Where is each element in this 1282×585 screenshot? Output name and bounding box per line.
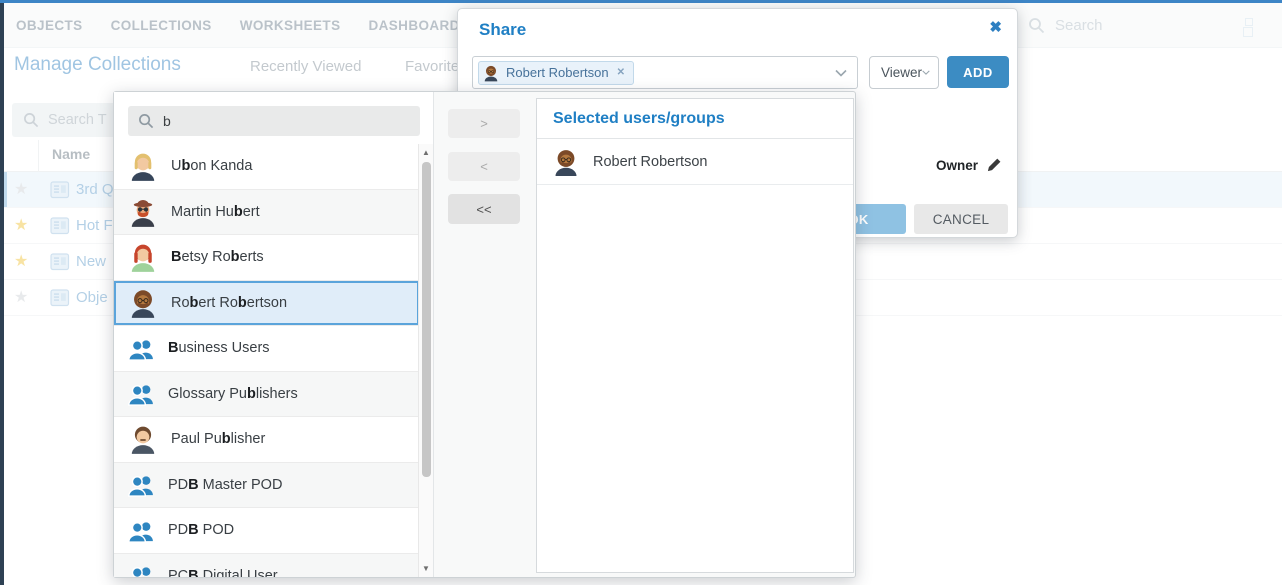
nav-item-dashboards[interactable]: DASHBOARDS (368, 18, 469, 33)
collection-icon (50, 289, 70, 307)
list-item[interactable]: Robert Robertson (114, 281, 419, 327)
user-name: Robert Robertson (593, 154, 707, 170)
available-users-panel: Ubon Kanda Martin Hubert Betsy Roberts Robe… (114, 92, 434, 577)
group-icon (127, 517, 156, 544)
list-item[interactable]: Betsy Roberts (114, 235, 419, 281)
search-icon (1028, 17, 1045, 34)
list-item[interactable]: Glossary Publishers (114, 372, 419, 418)
group-icon (127, 380, 156, 407)
user-name: PCB Digital User (168, 568, 278, 577)
move-left-button[interactable]: < (448, 152, 520, 181)
avatar (127, 241, 159, 273)
main-nav: OBJECTS COLLECTIONS WORKSHEETS DASHBOARDS (16, 3, 469, 48)
user-name: Betsy Roberts (171, 249, 264, 265)
group-icon (127, 562, 156, 577)
move-all-left-button[interactable]: << (448, 194, 520, 224)
avatar (127, 150, 159, 182)
nav-item-worksheets[interactable]: WORKSHEETS (240, 18, 341, 33)
selected-list-item[interactable]: Robert Robertson (537, 139, 853, 185)
nav-item-collections[interactable]: COLLECTIONS (111, 18, 212, 33)
star-icon[interactable]: ★ (14, 182, 32, 198)
star-icon[interactable]: ★ (14, 218, 32, 234)
global-search[interactable]: Search (1028, 17, 1103, 34)
edit-pencil-icon[interactable] (986, 157, 1002, 173)
collection-icon (50, 181, 70, 199)
user-name: Business Users (168, 340, 270, 356)
collection-name: Hot F (76, 217, 113, 234)
avatar (127, 196, 159, 228)
collection-name: Obje (76, 289, 108, 306)
recipient-chip: Robert Robertson ✕ (478, 61, 634, 85)
user-name: Martin Hubert (171, 204, 260, 220)
close-icon[interactable]: ✖ (989, 19, 1002, 37)
star-icon[interactable]: ★ (14, 290, 32, 306)
scroll-up-arrow[interactable]: ▲ (419, 148, 433, 157)
group-icon (127, 471, 156, 498)
list-item[interactable]: Paul Publisher (114, 417, 419, 463)
search-icon (138, 113, 154, 129)
collection-name: 3rd Q (76, 181, 114, 198)
recipient-token-input[interactable]: Robert Robertson ✕ (472, 56, 858, 89)
avatar (127, 423, 159, 455)
scrollbar-thumb[interactable] (422, 162, 431, 477)
app-window: OBJECTS COLLECTIONS WORKSHEETS DASHBOARDS S… (0, 0, 1282, 585)
list-item[interactable]: Business Users (114, 326, 419, 372)
table-search-placeholder: Search T (48, 112, 107, 128)
user-name: Robert Robertson (171, 295, 287, 311)
add-button[interactable]: ADD (947, 56, 1009, 88)
user-picker-popup: Ubon Kanda Martin Hubert Betsy Roberts Robe… (113, 91, 856, 578)
user-name: PDB POD (168, 522, 234, 538)
nav-item-objects[interactable]: OBJECTS (16, 18, 83, 33)
user-name: PDB Master POD (168, 477, 282, 493)
scroll-down-arrow[interactable]: ▼ (419, 564, 433, 573)
list-item[interactable]: PCB Digital User (114, 554, 419, 578)
group-icon (127, 335, 156, 362)
list-item[interactable]: PDB Master POD (114, 463, 419, 509)
avatar (482, 64, 500, 82)
owner-role-label: Owner (906, 158, 978, 173)
move-right-button[interactable]: > (448, 109, 520, 138)
picker-search-input[interactable] (163, 113, 393, 129)
available-list: Ubon Kanda Martin Hubert Betsy Roberts Robe… (114, 144, 419, 577)
user-name: Glossary Publishers (168, 386, 298, 402)
user-name: Paul Publisher (171, 431, 265, 447)
star-icon[interactable]: ★ (14, 254, 32, 270)
chevron-down-icon[interactable] (835, 69, 847, 77)
search-icon (23, 112, 39, 128)
selected-panel-header: Selected users/groups (537, 99, 853, 139)
column-header-name[interactable]: Name (52, 146, 90, 162)
collection-icon (50, 253, 70, 271)
role-select[interactable]: Viewer (869, 56, 939, 89)
list-item[interactable]: PDB POD (114, 508, 419, 554)
avatar (127, 287, 159, 319)
selected-list: Robert Robertson (537, 139, 853, 185)
global-search-placeholder: Search (1055, 17, 1103, 34)
top-accent-line (0, 0, 1282, 3)
resize-icon[interactable] (1243, 18, 1255, 38)
picker-search[interactable] (128, 106, 420, 136)
chip-remove-icon[interactable]: ✕ (617, 67, 625, 78)
tab-recently-viewed[interactable]: Recently Viewed (250, 58, 361, 75)
collection-icon (50, 217, 70, 235)
left-accent-strip (0, 3, 4, 585)
list-item[interactable]: Ubon Kanda (114, 144, 419, 190)
list-item[interactable]: Martin Hubert (114, 190, 419, 236)
collection-name: New (76, 253, 106, 270)
avatar (551, 147, 581, 177)
user-name: Ubon Kanda (171, 158, 252, 174)
chip-name: Robert Robertson (506, 65, 609, 80)
selected-users-panel: Selected users/groups Robert Robertson (536, 98, 854, 573)
role-select-value: Viewer (881, 65, 922, 80)
chevron-down-icon (922, 69, 930, 76)
dialog-title: Share (479, 20, 526, 40)
cancel-button[interactable]: CANCEL (914, 204, 1008, 234)
page-title: Manage Collections (14, 54, 181, 76)
list-scrollbar[interactable]: ▲ ▼ (418, 144, 433, 577)
